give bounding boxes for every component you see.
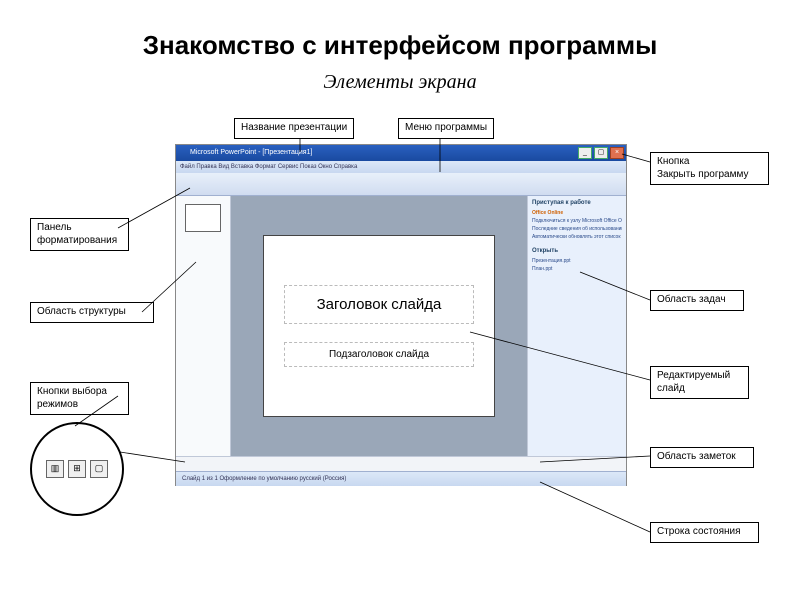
close-button[interactable]: × bbox=[610, 147, 624, 159]
titlebar-text: Microsoft PowerPoint - [Презентация1] bbox=[176, 145, 626, 161]
slideshow-view-icon[interactable]: ▢ bbox=[90, 460, 108, 478]
outline-pane[interactable] bbox=[176, 196, 231, 456]
page-title: Знакомство с интерфейсом программы bbox=[0, 0, 800, 71]
callout-editable-slide: Редактируемый слайд bbox=[650, 366, 749, 399]
menubar[interactable]: Файл Правка Вид Вставка Формат Сервис По… bbox=[176, 161, 626, 173]
callout-program-menu: Меню программы bbox=[398, 118, 494, 139]
minimize-button[interactable]: _ bbox=[578, 147, 592, 159]
powerpoint-window: Microsoft PowerPoint - [Презентация1] _ … bbox=[175, 144, 627, 486]
taskpane-recent[interactable]: План.ppt bbox=[532, 266, 622, 272]
callout-structure-area: Область структуры bbox=[30, 302, 154, 323]
slide-subtitle-placeholder[interactable]: Подзаголовок слайда bbox=[284, 342, 474, 367]
task-pane[interactable]: Приступая к работе Office Online Подключ… bbox=[527, 196, 626, 456]
callout-format-panel: Панель форматирования bbox=[30, 218, 129, 251]
slide-title-placeholder[interactable]: Заголовок слайда bbox=[284, 285, 474, 324]
callout-view-buttons: Кнопки выбора режимов bbox=[30, 382, 129, 415]
callout-task-pane: Область задач bbox=[650, 290, 744, 311]
taskpane-item[interactable]: Автоматически обновлять этот список bbox=[532, 234, 622, 240]
callout-close-button: Кнопка Закрыть программу bbox=[650, 152, 769, 185]
slide[interactable]: Заголовок слайда Подзаголовок слайда bbox=[263, 235, 495, 417]
titlebar: Microsoft PowerPoint - [Презентация1] _ … bbox=[176, 145, 626, 161]
slide-editor[interactable]: Заголовок слайда Подзаголовок слайда bbox=[231, 196, 527, 456]
toolbar[interactable] bbox=[176, 173, 626, 196]
slide-thumbnail[interactable] bbox=[185, 204, 221, 232]
taskpane-item[interactable]: Последние сведения об использовании bbox=[532, 226, 622, 232]
normal-view-icon[interactable]: ▥ bbox=[46, 460, 64, 478]
sorter-view-icon[interactable]: ⊞ bbox=[68, 460, 86, 478]
callout-notes-area: Область заметок bbox=[650, 447, 754, 468]
taskpane-heading: Приступая к работе bbox=[532, 200, 622, 206]
maximize-button[interactable]: ▢ bbox=[594, 147, 608, 159]
subtitle: Элементы экрана bbox=[0, 71, 800, 94]
status-bar: Слайд 1 из 1 Оформление по умолчанию рус… bbox=[176, 471, 626, 486]
callout-presentation-name: Название презентации bbox=[234, 118, 354, 139]
diagram: Панель форматирования Область структуры … bbox=[0, 102, 800, 562]
view-buttons-zoom: ▥ ⊞ ▢ bbox=[30, 422, 124, 516]
taskpane-item[interactable]: Подключиться к узлу Microsoft Office Onl… bbox=[532, 218, 622, 224]
taskpane-open-label: Открыть bbox=[532, 248, 622, 254]
taskpane-brand: Office Online bbox=[532, 210, 622, 216]
notes-pane[interactable] bbox=[176, 456, 626, 471]
callout-status-bar: Строка состояния bbox=[650, 522, 759, 543]
taskpane-recent[interactable]: Презентация.ppt bbox=[532, 258, 622, 264]
